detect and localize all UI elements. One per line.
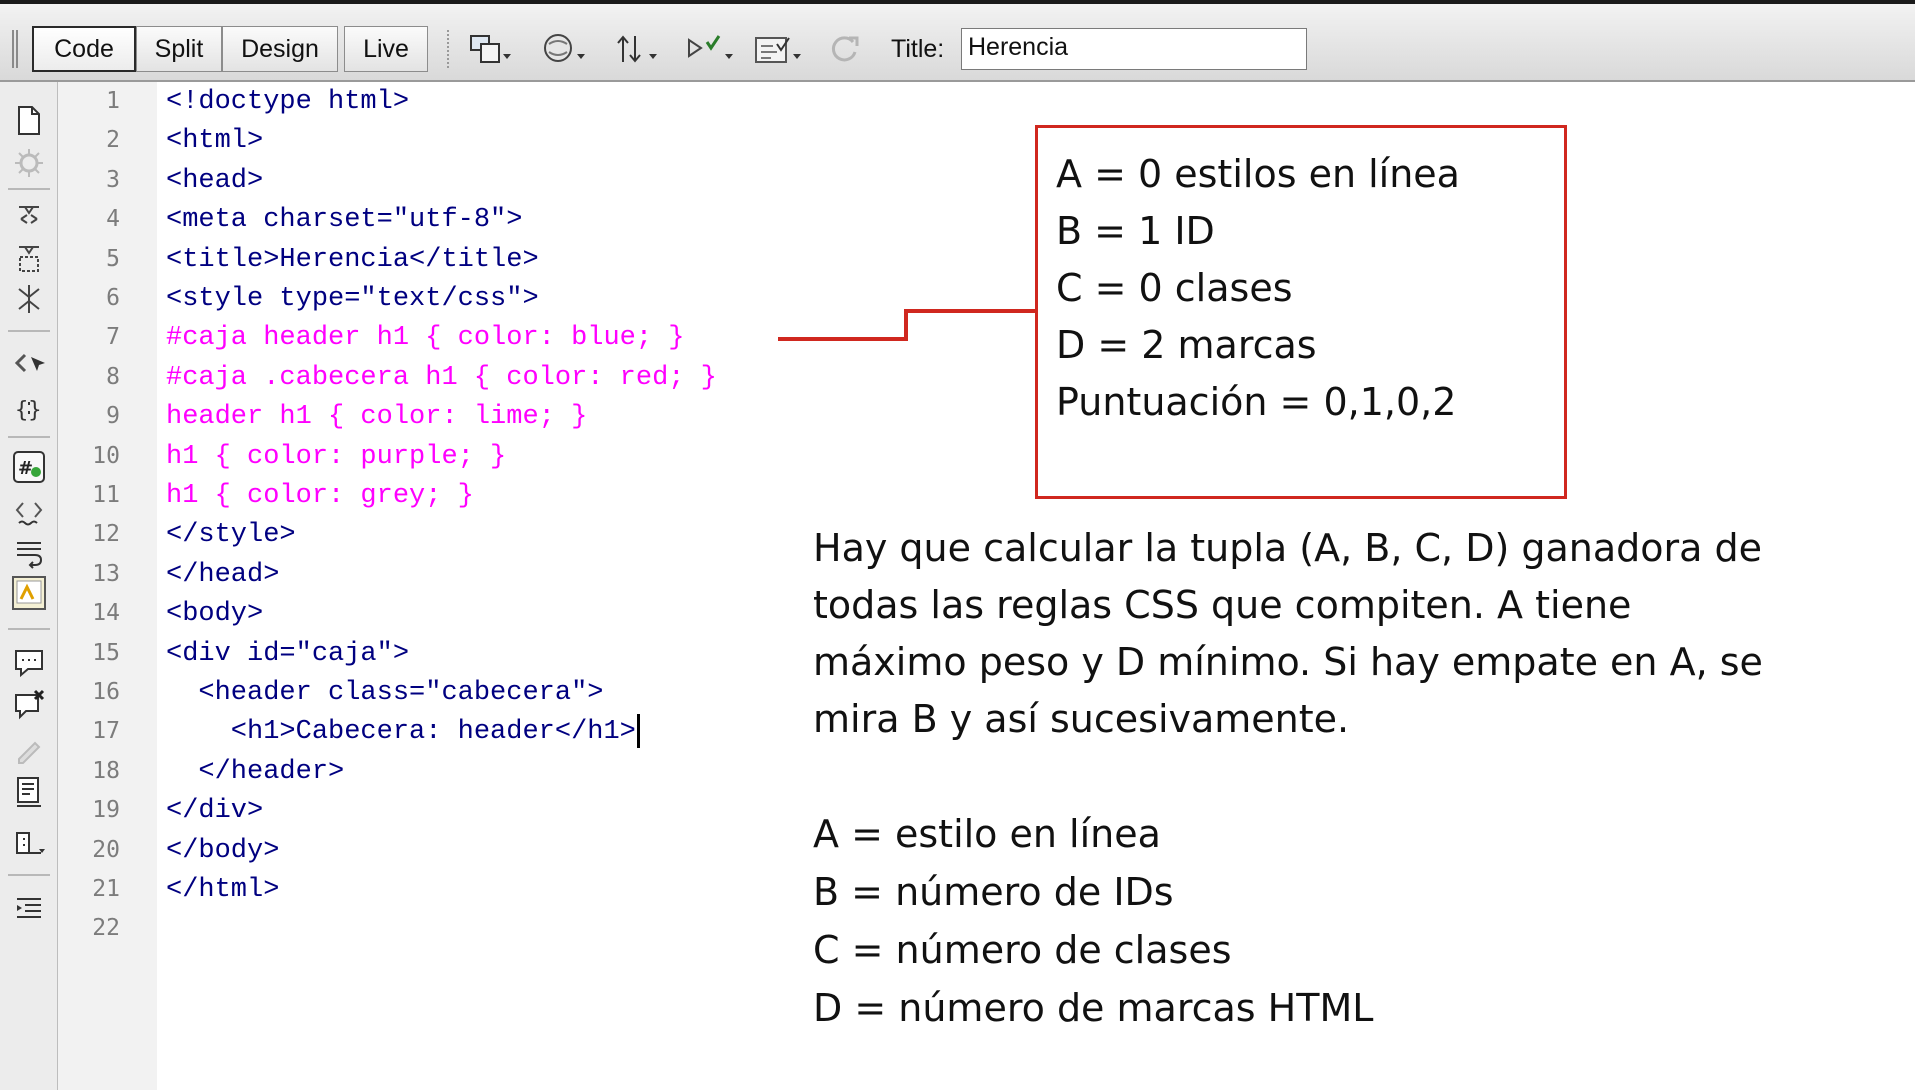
explanation-line: mira B y así sucesivamente.: [813, 697, 1350, 741]
callout-line: C = 0 clases: [1056, 266, 1293, 310]
legend-line: D = número de marcas HTML: [813, 986, 1374, 1030]
callout-line: B = 1 ID: [1056, 209, 1215, 253]
explanation-text: Hay que calcular la tupla (A, B, C, D) g…: [813, 520, 1813, 748]
legend-line: C = número de clases: [813, 928, 1232, 972]
explanation-line: todas las reglas CSS que compiten. A tie…: [813, 583, 1632, 627]
legend-line: B = número de IDs: [813, 870, 1174, 914]
callout-line: D = 2 marcas: [1056, 323, 1317, 367]
callout-line: Puntuación = 0,1,0,2: [1056, 380, 1457, 424]
specificity-callout: A = 0 estilos en línea B = 1 ID C = 0 cl…: [1035, 125, 1567, 499]
explanation-line: máximo peso y D mínimo. Si hay empate en…: [813, 640, 1763, 684]
callout-line: A = 0 estilos en línea: [1056, 152, 1460, 196]
specificity-legend: A = estilo en línea B = número de IDs C …: [813, 805, 1373, 1037]
legend-line: A = estilo en línea: [813, 812, 1161, 856]
explanation-line: Hay que calcular la tupla (A, B, C, D) g…: [813, 526, 1762, 570]
